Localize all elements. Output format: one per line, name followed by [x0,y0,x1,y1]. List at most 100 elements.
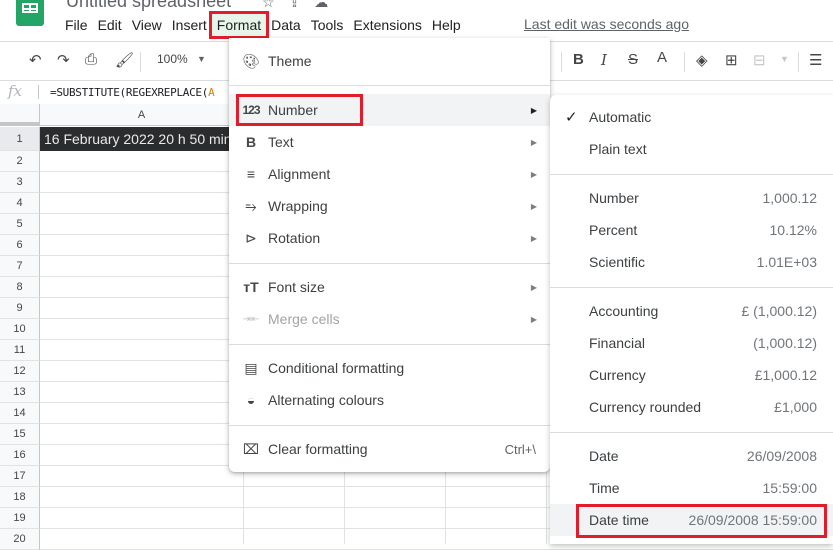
format-label: Time [589,480,620,496]
submenu-arrow-icon: ▶ [530,105,537,115]
menu-item-alignment[interactable]: ≡ Alignment ▶ [229,158,550,190]
menu-data[interactable]: Data [266,14,306,36]
font-size-icon: тT [243,279,259,295]
menu-item-rotation[interactable]: ⊳ Rotation ▶ [229,222,550,254]
row-header[interactable]: 14 [0,403,40,424]
align-left-icon: ≡ [246,166,256,182]
bold-icon[interactable]: B [573,51,584,68]
row-header[interactable]: 10 [0,319,40,340]
format-percent[interactable]: Percent 10.12% [550,214,833,246]
menu-item-font-size[interactable]: тT Font size ▶ [229,271,550,303]
menu-item-conditional-formatting[interactable]: ▤ Conditional formatting [229,352,550,384]
row-header[interactable]: 13 [0,382,40,403]
menu-item-label: Alignment [268,166,331,182]
format-label: Accounting [589,303,659,319]
row-header[interactable]: 9 [0,298,40,319]
print-icon[interactable]: ⎙ [85,51,97,68]
toolbar-separator [684,52,685,72]
horizontal-align-icon[interactable]: ☰ [809,51,822,69]
format-time[interactable]: Time 15:59:00 [550,472,833,504]
menu-item-label: Font size [268,279,325,295]
fill-color-icon[interactable]: ◈ [696,51,708,69]
row-header[interactable]: 19 [0,508,40,529]
redo-icon[interactable]: ↷ [57,51,70,69]
row-header[interactable]: 8 [0,277,40,298]
row-header[interactable]: 16 [0,445,40,466]
row-header[interactable]: 3 [0,172,40,193]
row-header[interactable]: 5 [0,214,40,235]
menu-extensions[interactable]: Extensions [348,14,426,36]
row-header[interactable]: 2 [0,151,40,172]
menu-tools[interactable]: Tools [306,14,349,36]
cloud-status-icon[interactable]: ☁ [314,0,342,10]
menu-insert[interactable]: Insert [167,14,212,36]
row-header[interactable]: 15 [0,424,40,445]
borders-icon[interactable]: ⊞ [725,51,738,69]
star-icon[interactable]: ☆ [262,0,289,10]
format-date[interactable]: Date 26/09/2008 [550,440,833,472]
menu-item-merge-cells[interactable]: ⇥⇤ Merge cells ▶ [229,303,550,335]
merge-caret-icon: ▼ [780,54,789,64]
toolbar-separator [140,52,141,72]
format-automatic[interactable]: ✓ Automatic [550,101,833,133]
undo-icon[interactable]: ↶ [29,51,42,69]
menu-file[interactable]: File [60,14,93,36]
paint-format-icon[interactable]: 🖌 [115,51,134,69]
zoom-caret-icon[interactable]: ▼ [197,54,206,64]
format-number[interactable]: Number 1,000.12 [550,182,833,214]
zoom-select[interactable]: 100% [157,52,188,66]
menu-divider [229,344,550,345]
row-header[interactable]: 20 [0,529,40,550]
number-format-submenu: ✓ Automatic Plain text Number 1,000.12 P… [550,95,833,544]
strikethrough-icon[interactable]: S [628,51,638,68]
menu-item-label: Theme [268,53,312,69]
document-title[interactable]: Untitled spreadsheet [66,0,231,12]
select-all-corner[interactable] [0,104,40,126]
move-icon[interactable]: ⇪ [289,0,315,10]
format-label: Currency rounded [589,399,702,415]
row-header[interactable]: 7 [0,256,40,277]
row-header[interactable]: 17 [0,466,40,487]
text-color-icon[interactable]: A [657,49,667,66]
format-accounting[interactable]: Accounting £ (1,000.12) [550,295,833,327]
format-example: 1,000.12 [762,190,818,206]
row-header[interactable]: 1 [0,127,40,151]
menu-item-wrapping[interactable]: ⥱ Wrapping ▶ [229,190,550,222]
merge-cells-icon[interactable]: ⊟ [753,51,766,69]
formula-input[interactable]: =SUBSTITUTE(REGEXREPLACE(A [50,86,215,99]
format-plain-text[interactable]: Plain text [550,133,833,165]
row-header[interactable]: 11 [0,340,40,361]
menu-item-theme[interactable]: 🎨︎ Theme [229,45,550,77]
row-header[interactable]: 6 [0,235,40,256]
submenu-divider [550,432,833,433]
menu-format[interactable]: Format [208,11,270,39]
submenu-arrow-icon: ▶ [530,201,537,211]
google-sheets-logo-icon[interactable] [16,0,44,26]
menu-item-clear-formatting[interactable]: ⌧ Clear formatting Ctrl+\ [229,433,550,465]
shortcut-label: Ctrl+\ [504,441,536,457]
menu-item-text[interactable]: B Text ▶ [229,126,550,158]
format-currency[interactable]: Currency £1,000.12 [550,359,833,391]
submenu-arrow-icon: ▶ [530,233,537,243]
cell-a1[interactable]: 16 February 2022 20 h 50 min [40,127,243,151]
menu-item-alternating-colours[interactable]: ◒ Alternating colours [229,384,550,416]
menu-edit[interactable]: Edit [93,14,127,36]
format-financial[interactable]: Financial (1,000.12) [550,327,833,359]
menu-view[interactable]: View [127,14,167,36]
row-header[interactable]: 12 [0,361,40,382]
format-currency-rounded[interactable]: Currency rounded £1,000 [550,391,833,423]
format-scientific[interactable]: Scientific 1.01E+03 [550,246,833,278]
toolbar-separator [798,52,799,72]
submenu-arrow-icon: ▶ [530,169,537,179]
menu-help[interactable]: Help [427,14,466,36]
submenu-arrow-icon: ▶ [530,137,537,147]
italic-icon[interactable]: I [601,51,607,69]
palette-icon: 🎨︎ [242,52,260,69]
row-header[interactable]: 4 [0,193,40,214]
clear-format-icon: ⌧ [242,440,260,457]
column-header-a[interactable]: A [40,104,244,126]
row-header[interactable]: 18 [0,487,40,508]
last-edit-link[interactable]: Last edit was seconds ago [524,16,689,32]
format-example: £1,000.12 [754,367,817,383]
annotation-highlight-number [236,94,363,126]
